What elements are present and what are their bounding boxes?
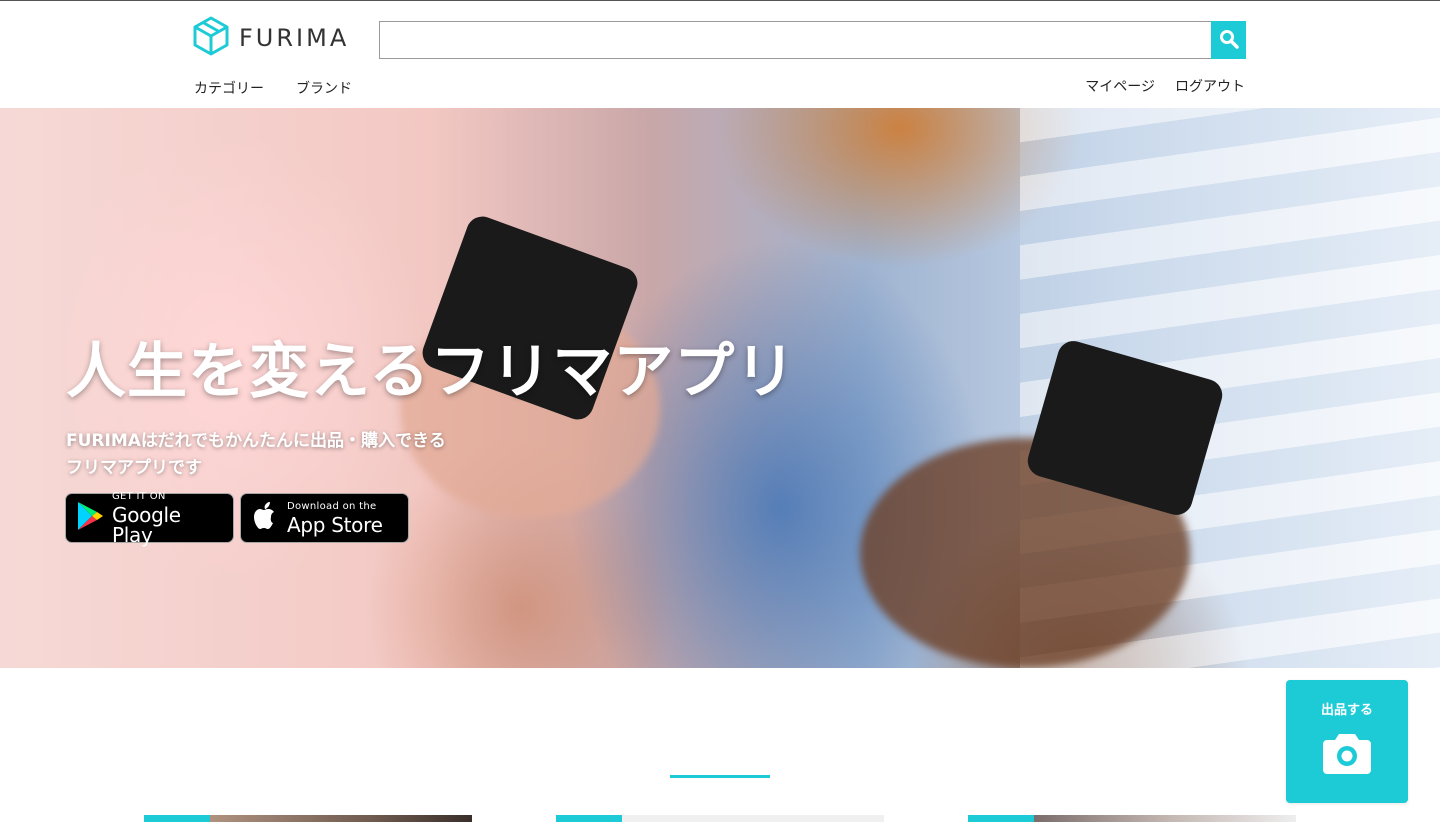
- item-card-tag: [144, 815, 210, 822]
- item-card-tag: [556, 815, 622, 822]
- hero-subtitle-line: フリマアプリです: [66, 458, 202, 478]
- nav-right: マイページ ログアウト: [1085, 76, 1245, 96]
- app-store-big-text: App Store: [287, 512, 383, 537]
- furima-logo[interactable]: FURIMA: [193, 16, 349, 60]
- item-card[interactable]: [556, 815, 884, 822]
- apple-icon: [251, 500, 279, 536]
- hero-subtitle-line: FURIMAはだれでもかんたんに出品・購入できる: [66, 431, 446, 451]
- nav-brand-link[interactable]: ブランド: [296, 78, 352, 98]
- logo-text: FURIMA: [239, 24, 350, 52]
- item-card[interactable]: [144, 815, 472, 822]
- nav-logout-link[interactable]: ログアウト: [1175, 76, 1245, 96]
- app-store-badge[interactable]: Download on the App Store: [240, 493, 409, 543]
- sell-button[interactable]: 出品する: [1286, 680, 1408, 803]
- nav-left: カテゴリー ブランド: [194, 78, 352, 98]
- nav-mypage-link[interactable]: マイページ: [1085, 76, 1155, 96]
- app-store-small-text: Download on the: [287, 500, 377, 512]
- item-card-tag: [968, 815, 1034, 822]
- camera-icon: [1322, 730, 1372, 780]
- site-header: FURIMA カテゴリー ブランド マイページ ログアウト: [0, 1, 1440, 108]
- hero-title: 人生を変えるフリマアプリ: [66, 337, 797, 407]
- google-play-badge[interactable]: GET IT ON Google Play: [65, 490, 234, 547]
- google-play-small-text: GET IT ON: [112, 490, 166, 502]
- hero-subtitle: FURIMAはだれでもかんたんに出品・購入できる フリマアプリです: [66, 428, 486, 482]
- cube-logo-icon: [193, 16, 229, 60]
- search-button[interactable]: [1211, 21, 1246, 59]
- search-bar: [379, 21, 1246, 59]
- search-input[interactable]: [379, 21, 1211, 59]
- sell-button-label: 出品する: [1320, 703, 1373, 718]
- store-badges: GET IT ON Google Play Download on the Ap…: [65, 490, 409, 547]
- hero-banner: 人生を変えるフリマアプリ FURIMAはだれでもかんたんに出品・購入できる フリ…: [0, 108, 1440, 668]
- section-divider: [670, 775, 770, 778]
- item-card[interactable]: [968, 815, 1296, 822]
- google-play-icon: [76, 501, 104, 535]
- search-icon: [1219, 29, 1239, 52]
- nav-category-link[interactable]: カテゴリー: [194, 78, 264, 98]
- google-play-big-text: Google Play: [112, 502, 181, 547]
